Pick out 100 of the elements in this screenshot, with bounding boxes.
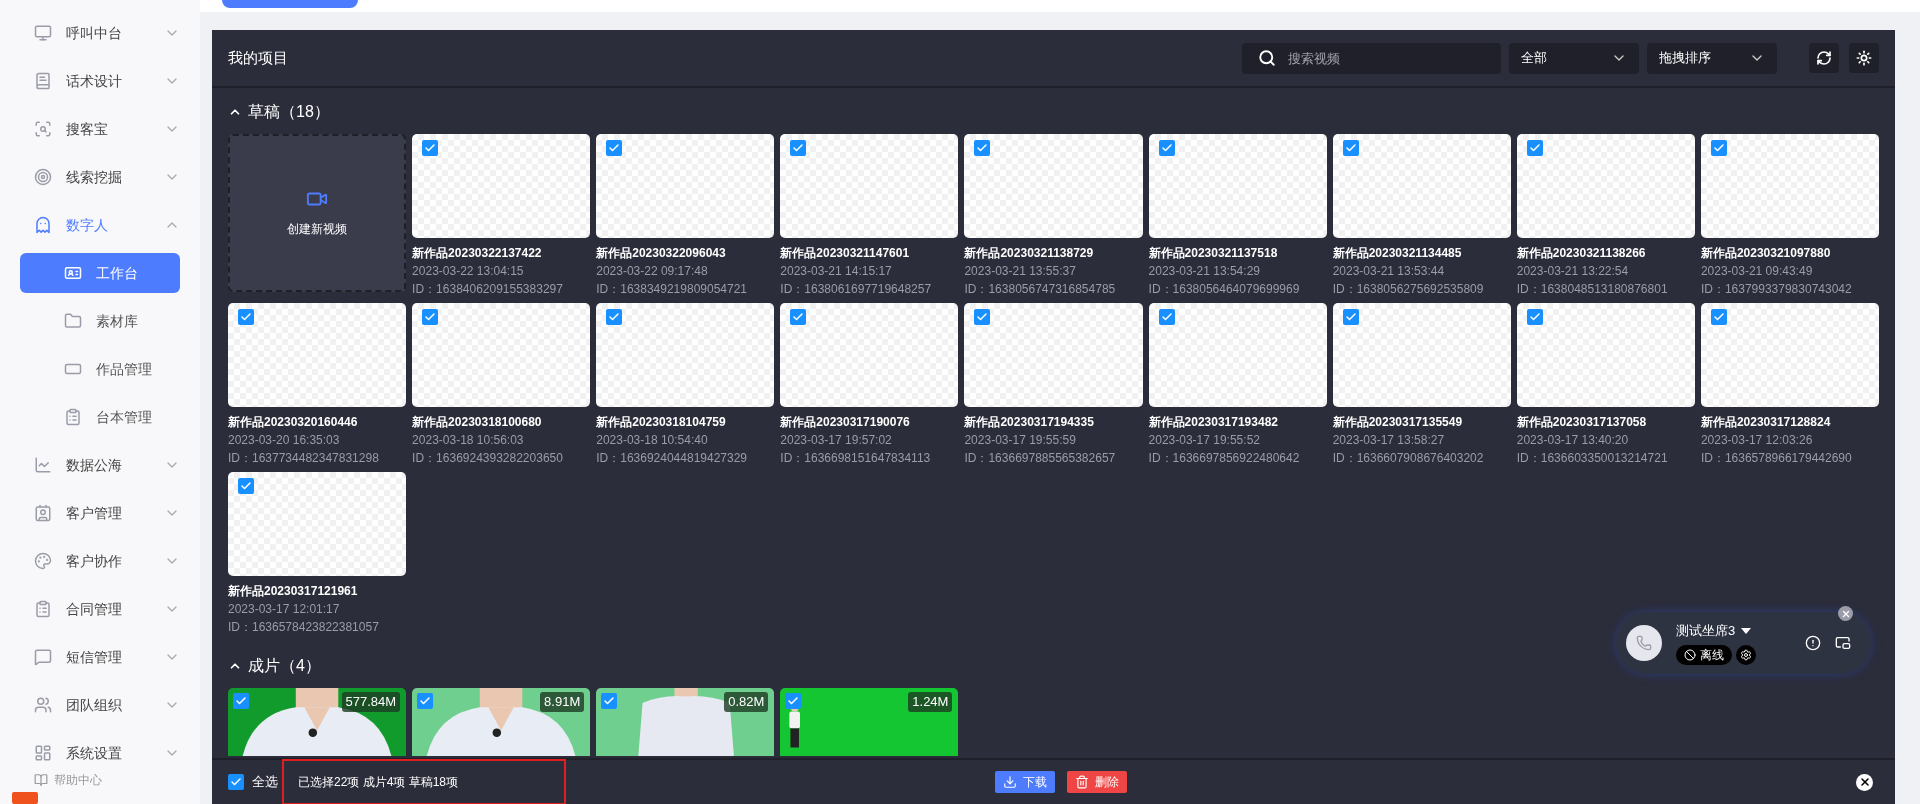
search-icon	[34, 120, 52, 138]
video-date: 2023-03-20 16:35:03	[228, 432, 341, 449]
check-icon	[1528, 142, 1541, 154]
partial-button[interactable]	[222, 0, 358, 8]
menu-item[interactable]: 客户管理	[0, 489, 200, 537]
search-field[interactable]: 搜索视频	[1242, 42, 1501, 74]
delete-button[interactable]: 删除	[1067, 771, 1127, 793]
alert-icon[interactable]	[1805, 635, 1821, 651]
checkbox[interactable]	[422, 309, 439, 325]
menu-item[interactable]: 短信管理	[0, 633, 200, 681]
check-icon	[792, 142, 805, 154]
video-thumbnail[interactable]	[228, 472, 407, 576]
check-icon	[1344, 311, 1357, 323]
menu-item[interactable]: 呼叫中台	[0, 9, 200, 57]
menu-label: 台本管理	[96, 407, 153, 427]
filter-dropdown[interactable]: 拖拽排序	[1647, 42, 1777, 74]
checkbox[interactable]	[1342, 140, 1359, 156]
window-icon[interactable]	[1835, 635, 1851, 651]
check-icon	[419, 695, 432, 707]
video-thumbnail[interactable]	[1148, 134, 1327, 238]
menu-item[interactable]: 团队组织	[0, 681, 200, 729]
chart-icon	[34, 456, 52, 474]
checkbox[interactable]	[785, 693, 802, 709]
checkbox[interactable]	[238, 478, 254, 494]
checkbox[interactable]	[228, 774, 244, 790]
video-thumbnail[interactable]	[1148, 303, 1327, 407]
video-id: ID：1636698151647834113	[780, 450, 932, 467]
checkbox[interactable]	[1342, 309, 1359, 325]
palette-icon	[34, 552, 52, 570]
submenu-item[interactable]: 台本管理	[0, 393, 200, 441]
menu-item[interactable]: 线索挖掘	[0, 153, 200, 201]
video-thumbnail[interactable]	[1332, 303, 1511, 407]
video-thumbnail[interactable]: 577.84M	[228, 688, 407, 756]
video-id: ID：1638406209155383297	[412, 281, 564, 298]
checkbox[interactable]	[1710, 309, 1727, 325]
checkbox[interactable]	[233, 693, 249, 709]
video-date: 2023-03-18 10:56:03	[412, 432, 525, 449]
checkbox[interactable]	[606, 140, 623, 156]
video-thumbnail[interactable]	[964, 134, 1143, 238]
video-thumbnail[interactable]	[780, 134, 959, 238]
video-thumbnail[interactable]	[412, 134, 591, 238]
checkbox[interactable]	[790, 309, 807, 325]
checkbox[interactable]	[1158, 309, 1175, 325]
video-thumbnail[interactable]	[1516, 303, 1695, 407]
select-all-label[interactable]: 全选	[252, 772, 278, 792]
users-icon	[34, 696, 52, 714]
checkbox[interactable]	[974, 309, 991, 325]
video-thumbnail[interactable]	[1516, 134, 1695, 238]
video-thumbnail[interactable]: 1.24M	[780, 688, 959, 756]
submenu-item[interactable]: 工作台	[20, 253, 180, 293]
search-icon	[1258, 48, 1276, 67]
refresh-button[interactable]	[1809, 43, 1839, 73]
menu-item[interactable]: 客户协作	[0, 537, 200, 585]
video-id: ID：1638056464079699969	[1148, 281, 1301, 298]
submenu-item[interactable]: 作品管理	[0, 345, 200, 393]
video-thumbnail[interactable]: 8.91M	[412, 688, 591, 756]
video-thumbnail[interactable]	[596, 134, 775, 238]
menu-label: 客户协作	[66, 551, 123, 571]
menu-label: 系统设置	[66, 743, 123, 763]
submenu-item[interactable]: 素材库	[0, 297, 200, 345]
clipboard-icon	[64, 408, 82, 426]
video-thumbnail[interactable]	[596, 303, 775, 407]
checkbox[interactable]	[790, 140, 807, 156]
download-button[interactable]: 下载	[995, 771, 1055, 793]
video-title: 新作品20230320160446	[228, 414, 359, 431]
video-thumbnail[interactable]	[228, 303, 407, 407]
menu-item[interactable]: 数据公海	[0, 441, 200, 489]
video-thumbnail[interactable]	[1332, 134, 1511, 238]
menu-item[interactable]: 合同管理	[0, 585, 200, 633]
caret-icon	[1741, 628, 1752, 634]
menu-item[interactable]: 搜客宝	[0, 105, 200, 153]
checkbox[interactable]	[601, 693, 618, 709]
video-thumbnail[interactable]	[1700, 134, 1879, 238]
checkbox[interactable]	[1526, 309, 1543, 325]
menu-item[interactable]: 数字人	[0, 201, 200, 249]
checkbox[interactable]	[1526, 140, 1543, 156]
video-id: ID：1638048513180876801	[1516, 281, 1669, 298]
menu-item[interactable]: 话术设计	[0, 57, 200, 105]
theme-button[interactable]	[1849, 43, 1879, 73]
checkbox[interactable]	[1158, 140, 1175, 156]
checkbox[interactable]	[417, 693, 434, 709]
close-button[interactable]	[1856, 773, 1873, 791]
checkbox[interactable]	[606, 309, 623, 325]
video-thumbnail[interactable]	[412, 303, 591, 407]
settings-button[interactable]	[1736, 644, 1756, 665]
checkbox[interactable]	[974, 140, 991, 156]
checkbox[interactable]	[422, 140, 439, 156]
menu-label: 团队组织	[66, 695, 123, 715]
checkbox[interactable]	[238, 309, 254, 325]
filter-dropdown[interactable]: 全部	[1509, 42, 1639, 74]
video-thumbnail[interactable]	[780, 303, 959, 407]
check-icon	[1160, 311, 1173, 323]
video-thumbnail[interactable]	[964, 303, 1143, 407]
video-thumbnail[interactable]	[1700, 303, 1879, 407]
video-date: 2023-03-21 13:53:44	[1332, 263, 1446, 280]
status-badge[interactable]: 离线	[1676, 644, 1732, 665]
create-video-card[interactable]: 创建新视频	[228, 134, 407, 292]
video-thumbnail[interactable]: 0.82M	[596, 688, 775, 756]
create-video-label: 创建新视频	[287, 221, 348, 238]
checkbox[interactable]	[1710, 140, 1727, 156]
